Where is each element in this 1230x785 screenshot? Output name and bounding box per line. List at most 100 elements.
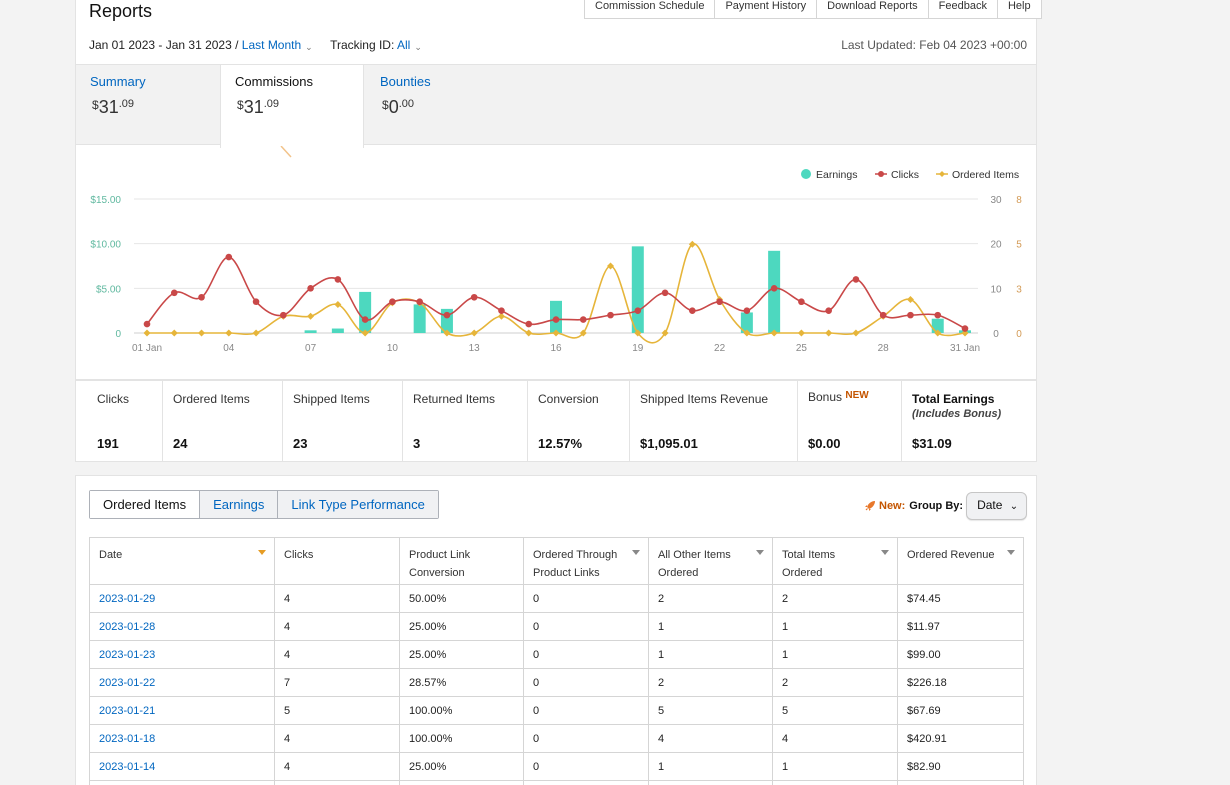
clicks-point (961, 325, 969, 332)
cell-total-items: 5 (772, 696, 898, 725)
stat-shipped-items: Shipped Items 23 (282, 381, 402, 461)
y-left-tick-label: $15.00 (90, 195, 121, 206)
table-row: 2023-01-14 4 25.00% 0 1 1 $82.90 (89, 752, 1024, 781)
date-link[interactable]: 2023-01-22 (89, 668, 275, 697)
tab-commissions-label: Commissions (235, 74, 314, 89)
stat-label: Shipped Items (293, 392, 370, 406)
date-link[interactable]: 2023-01-18 (89, 724, 275, 753)
date-link[interactable]: 2023-01-14 (89, 752, 275, 781)
column-header-ordered-through-links[interactable]: Ordered Through Product Links (523, 537, 649, 585)
clicks-point (716, 298, 723, 306)
column-header-clicks[interactable]: Clicks (274, 537, 400, 585)
sort-arrow-icon[interactable] (258, 550, 266, 555)
cell-other-items: 1 (648, 612, 773, 641)
chevron-down-icon[interactable]: ⌄ (414, 42, 422, 53)
new-label: New: (879, 499, 906, 512)
chevron-down-icon[interactable]: ⌄ (305, 42, 313, 53)
y-right2-tick-label: 5 (1016, 240, 1022, 251)
group-by-select[interactable]: Date ⌄ (966, 491, 1028, 520)
cell-total-items: 1 (772, 752, 898, 781)
table-row: 2023-01-23 4 25.00% 0 1 1 $99.00 (89, 640, 1024, 669)
legend-label: Ordered Items (952, 169, 1019, 181)
cell-conversion: 100.00% (399, 696, 524, 725)
cell-ordered-through: 0 (523, 724, 649, 753)
tab-ordered-items[interactable]: Ordered Items (90, 491, 200, 518)
cell-other-items: 1 (648, 640, 773, 669)
stat-label: Ordered Items (173, 392, 250, 406)
date-link[interactable]: 2023-01-23 (89, 640, 275, 669)
date-link[interactable]: 2023-01-29 (89, 584, 275, 613)
clicks-point (907, 311, 914, 319)
clicks-point (416, 298, 423, 306)
column-header-product-link-conversion[interactable]: Product Link Conversion (399, 537, 524, 585)
x-tick-label: 22 (714, 343, 726, 354)
commission-schedule-link[interactable]: Commission Schedule (585, 0, 714, 19)
legend-ordered-marker (939, 171, 945, 177)
tab-bounties[interactable]: Bounties $0.00 (366, 65, 511, 146)
clicks-point (143, 320, 151, 328)
download-reports-link[interactable]: Download Reports (816, 0, 928, 19)
last-updated-text: Last Updated: Feb 04 2023 +00:00 (841, 38, 1027, 52)
stat-value: 3 (413, 436, 421, 451)
stat-label: Total Earnings (Includes Bonus) (912, 392, 1002, 420)
x-tick-label: 10 (387, 343, 399, 354)
earnings-bar (631, 246, 644, 333)
date-preset-dropdown[interactable]: Last Month (242, 38, 301, 52)
earnings-bar (413, 304, 426, 333)
tab-summary[interactable]: Summary $31.09 (76, 65, 221, 146)
column-header-date[interactable]: Date (89, 537, 275, 585)
y-right-tick-label: 30 (990, 195, 1002, 206)
stat-total-earnings: Total Earnings (Includes Bonus) $31.09 (901, 381, 1036, 461)
cell-conversion: 25.00% (399, 752, 524, 781)
date-link[interactable]: 2023-01-21 (89, 696, 275, 725)
column-header-all-other-items[interactable]: All Other Items Ordered (648, 537, 773, 585)
stat-returned-items: Returned Items 3 (402, 381, 527, 461)
cell-clicks: 4 (274, 752, 400, 781)
y-right2-tick-label: 3 (1016, 284, 1022, 295)
stat-clicks: Clicks 191 (76, 381, 162, 461)
cell-ordered-through: 0 (523, 668, 649, 697)
tab-earnings[interactable]: Earnings (199, 491, 278, 518)
clicks-point (661, 289, 669, 297)
feedback-link[interactable]: Feedback (927, 0, 997, 19)
ordered-items-point (143, 329, 151, 337)
summary-tabs: Summary $31.09 Commissions $31.09 Bounti… (76, 64, 1036, 148)
stat-value: $0.00 (808, 436, 841, 451)
tab-pointer (280, 146, 292, 158)
help-link[interactable]: Help (996, 0, 1041, 19)
column-header-total-items[interactable]: Total Items Ordered (772, 537, 898, 585)
sort-arrow-icon[interactable] (632, 550, 640, 555)
legend-earnings-marker (801, 169, 811, 179)
clicks-point (389, 298, 396, 306)
cell-revenue: $420.91 (897, 724, 1024, 753)
date-link[interactable]: 2023-01-28 (89, 612, 275, 641)
clicks-point (552, 316, 560, 323)
page-title: Reports (89, 1, 153, 21)
clicks-point (743, 307, 751, 314)
tracking-id-dropdown[interactable]: All (397, 38, 410, 52)
sort-arrow-icon[interactable] (756, 550, 764, 555)
cell-total-items: 4 (772, 724, 898, 753)
tab-bounties-label: Bounties (380, 74, 431, 89)
group-by-label: Group By: (909, 499, 964, 512)
x-tick-label: 28 (878, 343, 890, 354)
group-by-control: New: Group By: Date ⌄ (864, 491, 1028, 520)
sort-arrow-icon[interactable] (881, 550, 889, 555)
stat-shipped-revenue: Shipped Items Revenue $1,095.01 (629, 381, 797, 461)
ordered-items-point (852, 329, 860, 337)
chevron-down-icon: ⌄ (1009, 500, 1019, 512)
earnings-chart: $15.00$10.00$5.0003020100853001 Jan 04 07 1… (90, 146, 1022, 354)
cell-conversion: 28.57% (399, 668, 524, 697)
y-right2-tick-label: 0 (1016, 329, 1022, 340)
table-row: 2023-01-21 5 100.00% 0 5 5 $67.69 (89, 696, 1024, 725)
tab-commissions[interactable]: Commissions $31.09 (220, 65, 364, 148)
payment-history-link[interactable]: Payment History (714, 0, 816, 19)
sort-arrow-icon[interactable] (1007, 550, 1015, 555)
stat-label: Bonus NEW (808, 390, 869, 404)
filter-bar: Jan 01 2023 - Jan 31 2023 / Last Month ⌄ … (89, 38, 422, 53)
earnings-bar (331, 328, 344, 333)
tab-link-type-performance[interactable]: Link Type Performance (277, 491, 438, 518)
y-left-tick-label: 0 (115, 329, 121, 340)
y-right-tick-label: 20 (990, 240, 1002, 251)
column-header-ordered-revenue[interactable]: Ordered Revenue (897, 537, 1024, 585)
